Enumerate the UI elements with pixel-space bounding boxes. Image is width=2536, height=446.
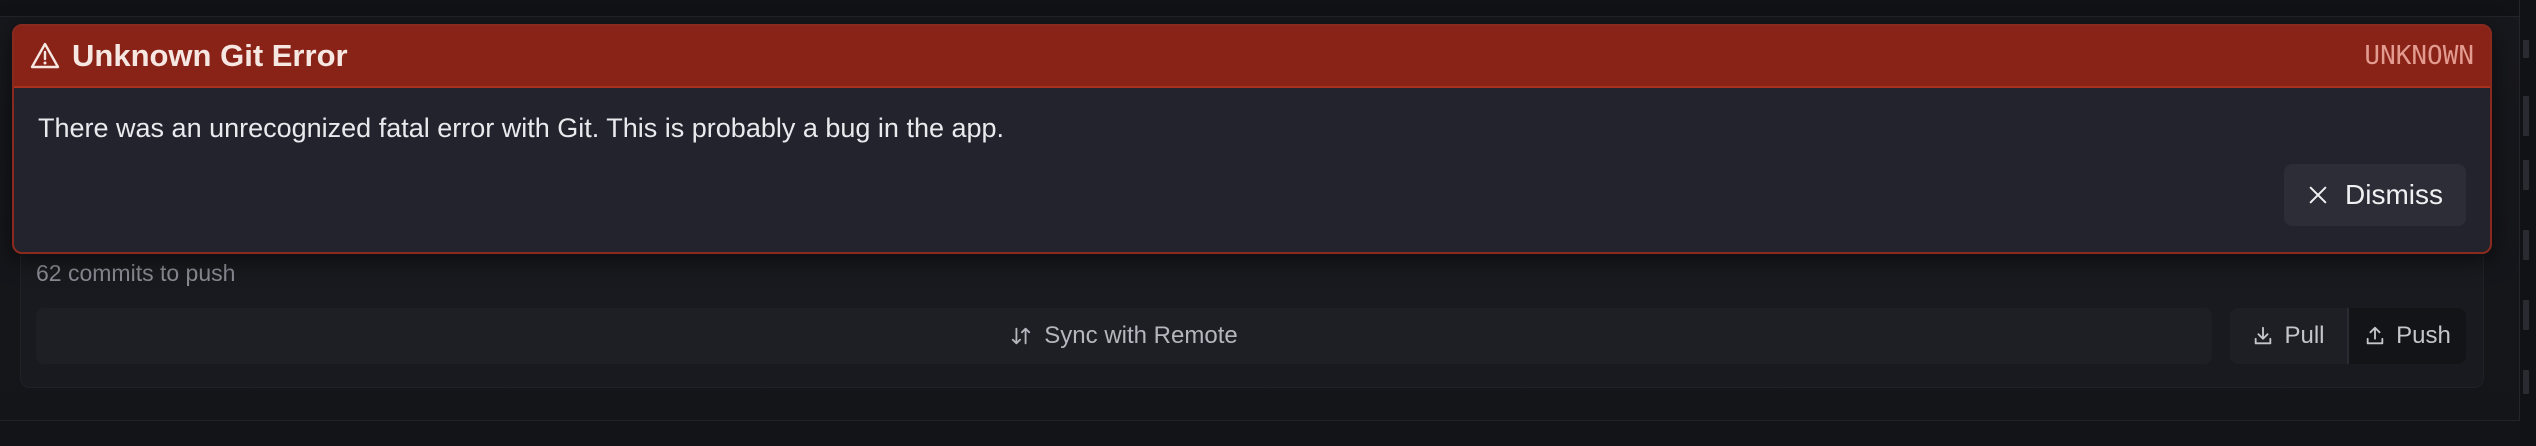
rail-marker: [2523, 160, 2529, 190]
push-label: Push: [2396, 322, 2451, 349]
upload-icon: [2366, 326, 2384, 345]
sync-with-remote-label: Sync with Remote: [1044, 322, 1238, 349]
commits-to-push-status: 62 commits to push: [36, 260, 236, 286]
pull-label: Pull: [2284, 322, 2325, 349]
pull-button[interactable]: Pull: [2230, 308, 2347, 364]
sync-with-remote-button[interactable]: Sync with Remote: [36, 308, 2212, 364]
rail-marker: [2523, 40, 2529, 58]
rail-marker: [2523, 370, 2529, 394]
error-code-badge: UNKNOWN: [2364, 41, 2474, 71]
close-icon: [2309, 186, 2327, 204]
error-message: There was an unrecognized fatal error wi…: [38, 113, 1005, 143]
sort-arrows-icon: [1012, 327, 1031, 345]
push-button[interactable]: Push: [2349, 308, 2466, 364]
app-frame: 62 commits to push Sync with Remote Pull…: [0, 0, 2536, 446]
bottom-strip: [0, 420, 2520, 446]
error-header: Unknown Git Error UNKNOWN: [14, 26, 2490, 88]
dismiss-label: Dismiss: [2345, 179, 2443, 210]
right-scroll-rail[interactable]: [2519, 0, 2536, 446]
rail-marker: [2523, 230, 2529, 260]
rail-marker: [2523, 96, 2529, 136]
download-icon: [2255, 326, 2272, 345]
warning-triangle-icon: [30, 42, 60, 69]
pull-push-group: Pull Push: [2230, 308, 2466, 364]
rail-marker: [2523, 300, 2529, 330]
git-error-dialog: Unknown Git Error UNKNOWN There was an u…: [12, 24, 2492, 254]
dismiss-button[interactable]: Dismiss: [2284, 164, 2466, 226]
top-strip: [0, 0, 2520, 17]
error-title: Unknown Git Error: [72, 38, 348, 73]
